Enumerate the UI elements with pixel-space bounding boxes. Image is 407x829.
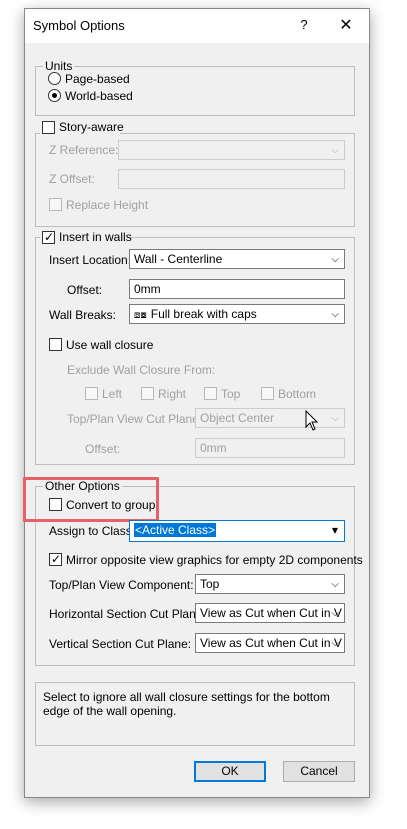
assign-class-label: Assign to Class: <box>49 524 136 538</box>
convert-to-group-highlight <box>23 477 159 522</box>
exclude-wall-closure-label: Exclude Wall Closure From: <box>67 363 216 377</box>
page-based-label[interactable]: Page-based <box>65 72 130 86</box>
insert-location-select[interactable]: Wall - Centerline ⌵ <box>129 249 345 269</box>
help-button[interactable]: ? <box>297 17 311 32</box>
chevron-down-icon: ⌵ <box>331 608 339 619</box>
offset-field[interactable]: 0mm <box>129 279 345 299</box>
bottom-label[interactable]: Bottom <box>278 387 316 401</box>
dialog-title: Symbol Options <box>33 18 125 33</box>
chevron-down-icon: ⌵ <box>331 309 339 320</box>
z-offset-field[interactable] <box>118 169 345 189</box>
offset2-field[interactable]: 0mm <box>195 438 345 458</box>
z-offset-label: Z Offset: <box>49 172 95 186</box>
chevron-down-icon: ⌵ <box>331 579 339 590</box>
cancel-button[interactable]: Cancel <box>283 761 355 782</box>
chevron-down-icon: ⌵ <box>331 145 339 156</box>
full-break-caps-icon: ⧈⧇ <box>134 310 147 321</box>
help-text: Select to ignore all wall closure settin… <box>43 690 330 718</box>
wall-breaks-select[interactable]: ⧈⧇ Full break with caps ⌵ <box>129 304 345 324</box>
offset-label: Offset: <box>67 283 103 297</box>
top-plan-component-select[interactable]: Top ⌵ <box>195 574 345 594</box>
title-bar: Symbol Options ? ✕ <box>25 9 369 43</box>
story-aware-checkbox[interactable] <box>42 121 55 134</box>
mouse-cursor-icon <box>305 410 319 431</box>
chevron-down-icon: ⌵ <box>331 254 339 265</box>
assign-class-selected-text: <Active Class> <box>134 523 217 537</box>
ok-button[interactable]: OK <box>194 761 266 782</box>
replace-height-checkbox[interactable] <box>49 198 62 211</box>
chevron-down-icon: ⌵ <box>331 413 339 424</box>
horizontal-cut-select[interactable]: View as Cut when Cut in V ⌵ <box>195 603 345 623</box>
chevron-down-icon: ⌵ <box>331 638 339 649</box>
bottom-checkbox[interactable] <box>261 387 274 400</box>
vertical-cut-select[interactable]: View as Cut when Cut in V ⌵ <box>195 633 345 653</box>
page-based-radio[interactable] <box>48 72 61 85</box>
world-based-radio[interactable] <box>48 89 61 102</box>
mirror-checkbox[interactable] <box>49 552 62 566</box>
world-based-label[interactable]: World-based <box>65 89 133 103</box>
right-checkbox[interactable] <box>141 387 154 400</box>
use-wall-closure-label[interactable]: Use wall closure <box>66 338 153 352</box>
insert-in-walls-checkbox[interactable] <box>42 230 55 244</box>
offset2-label: Offset: <box>85 442 121 456</box>
top-label[interactable]: Top <box>221 387 240 401</box>
mirror-label[interactable]: Mirror opposite view graphics for empty … <box>66 553 363 567</box>
dropdown-arrow-icon: ▼ <box>331 526 338 535</box>
use-wall-closure-checkbox[interactable] <box>49 338 62 351</box>
z-reference-label: Z Reference: <box>49 143 119 157</box>
left-checkbox[interactable] <box>85 387 98 400</box>
help-text-box: Select to ignore all wall closure settin… <box>35 682 355 746</box>
horizontal-cut-label: Horizontal Section Cut Plane: <box>49 607 206 621</box>
left-label[interactable]: Left <box>102 387 122 401</box>
top-plan-component-label: Top/Plan View Component: <box>49 578 194 592</box>
top-checkbox[interactable] <box>204 387 217 400</box>
z-reference-select[interactable]: ⌵ <box>118 140 345 160</box>
insert-in-walls-label[interactable]: Insert in walls <box>59 230 132 244</box>
close-button[interactable]: ✕ <box>335 15 357 35</box>
cut-plane-select[interactable]: Object Center ⌵ <box>195 408 345 428</box>
symbol-options-dialog: Symbol Options ? ✕ Units Page-based Worl… <box>23 8 370 798</box>
replace-height-label[interactable]: Replace Height <box>66 198 148 212</box>
right-label[interactable]: Right <box>158 387 186 401</box>
wall-breaks-label: Wall Breaks: <box>49 308 116 322</box>
cut-plane-label: Top/Plan View Cut Plane: <box>67 412 203 426</box>
assign-class-field[interactable]: <Active Class> ▼ <box>129 520 345 542</box>
story-aware-label[interactable]: Story-aware <box>59 120 124 134</box>
insert-location-label: Insert Location: <box>49 253 132 267</box>
vertical-cut-label: Vertical Section Cut Plane: <box>49 637 192 651</box>
units-legend: Units <box>43 59 75 73</box>
